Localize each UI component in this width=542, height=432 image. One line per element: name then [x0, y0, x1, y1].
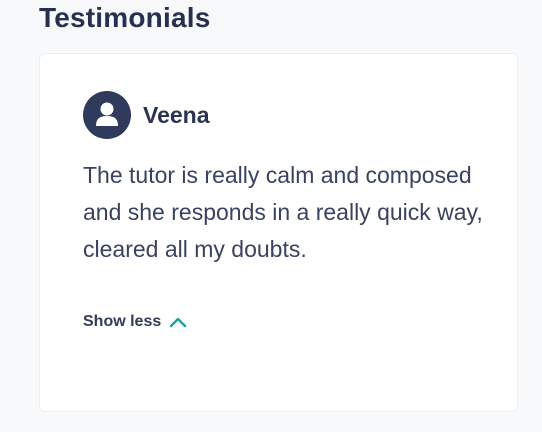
show-less-button[interactable]: Show less	[83, 313, 188, 331]
testimonial-text: The tutor is really calm and composed an…	[83, 162, 483, 262]
testimonial-card: Veena The tutor is really calm and compo…	[39, 53, 518, 412]
testimonial-author: Veena	[83, 91, 210, 139]
author-name: Veena	[143, 101, 210, 128]
user-avatar-icon	[83, 91, 131, 139]
section-title: Testimonials	[39, 2, 211, 33]
chevron-up-icon	[168, 315, 188, 329]
testimonials-section: Testimonials Veena The tutor is really c…	[0, 0, 542, 432]
show-less-label: Show less	[83, 313, 162, 330]
